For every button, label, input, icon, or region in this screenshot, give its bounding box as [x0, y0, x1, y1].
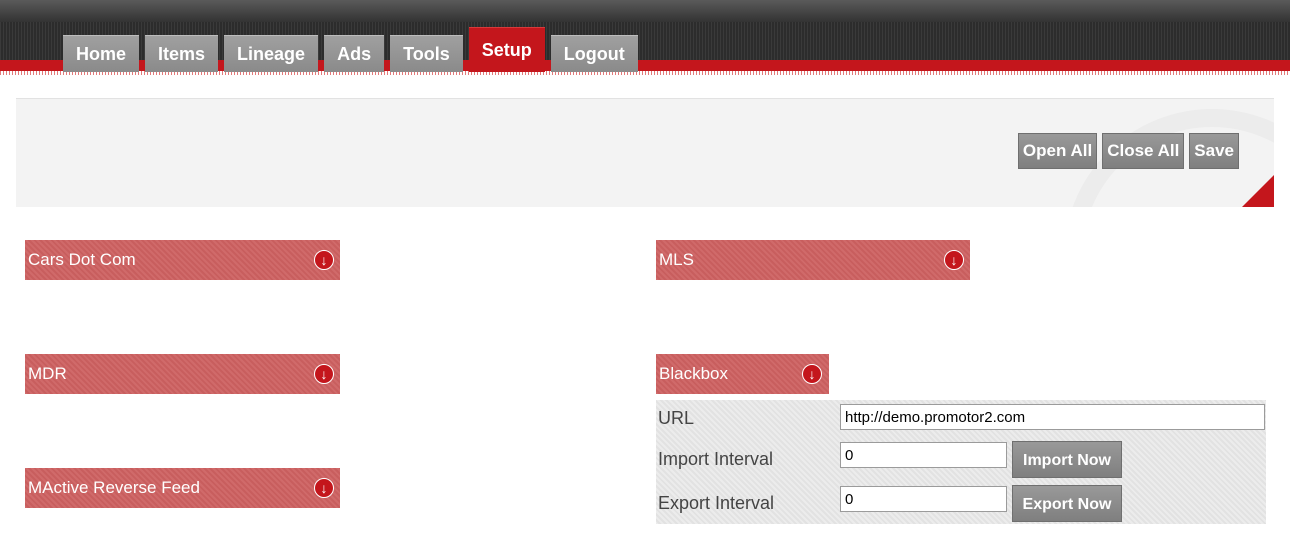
section-title-blackbox: Blackbox [659, 364, 728, 383]
section-blackbox[interactable]: Blackbox ↓ [656, 354, 829, 394]
section-title-mls: MLS [659, 250, 694, 269]
tab-home[interactable]: Home [63, 35, 140, 72]
url-field[interactable] [840, 404, 1265, 430]
export-now-button[interactable]: Export Now [1012, 485, 1122, 522]
export-interval-label: Export Interval [658, 493, 775, 513]
red-corner-fold-icon [1242, 175, 1274, 207]
tab-lineage[interactable]: Lineage [224, 35, 319, 72]
section-cars-dot-com[interactable]: Cars Dot Com ↓ [25, 240, 340, 280]
expand-arrow-down-icon[interactable]: ↓ [314, 250, 334, 270]
expand-arrow-down-icon[interactable]: ↓ [314, 364, 334, 384]
export-interval-field[interactable] [840, 486, 1007, 512]
save-button[interactable]: Save [1189, 133, 1239, 169]
blackbox-form: URL Import Interval Import Now Export In… [656, 400, 1266, 524]
url-label: URL [658, 408, 695, 428]
tab-logout[interactable]: Logout [550, 35, 638, 72]
tab-setup[interactable]: Setup [468, 27, 545, 72]
expand-arrow-down-icon[interactable]: ↓ [944, 250, 964, 270]
toolbar-buttons: Open All Close All Save [1017, 133, 1239, 169]
import-interval-label: Import Interval [658, 449, 774, 469]
expand-arrow-down-icon[interactable]: ↓ [802, 364, 822, 384]
top-nav-shine [0, 0, 1290, 22]
expand-arrow-down-icon[interactable]: ↓ [314, 478, 334, 498]
section-title-mdr: MDR [28, 364, 67, 383]
tab-tools[interactable]: Tools [390, 35, 463, 72]
section-title-mactive-reverse-feed: MActive Reverse Feed [28, 478, 200, 497]
close-all-button[interactable]: Close All [1102, 133, 1185, 169]
import-now-button[interactable]: Import Now [1012, 441, 1122, 478]
main-tabs: Home Items Lineage Ads Tools Setup Logou… [63, 27, 644, 72]
section-mls[interactable]: MLS ↓ [656, 240, 970, 280]
tab-ads[interactable]: Ads [324, 35, 385, 72]
import-interval-field[interactable] [840, 442, 1007, 468]
section-mdr[interactable]: MDR ↓ [25, 354, 340, 394]
tab-items[interactable]: Items [145, 35, 219, 72]
toolbar-panel: Open All Close All Save [16, 98, 1274, 207]
section-mactive-reverse-feed[interactable]: MActive Reverse Feed ↓ [25, 468, 340, 508]
section-title-cars-dot-com: Cars Dot Com [28, 250, 136, 269]
open-all-button[interactable]: Open All [1017, 133, 1098, 169]
